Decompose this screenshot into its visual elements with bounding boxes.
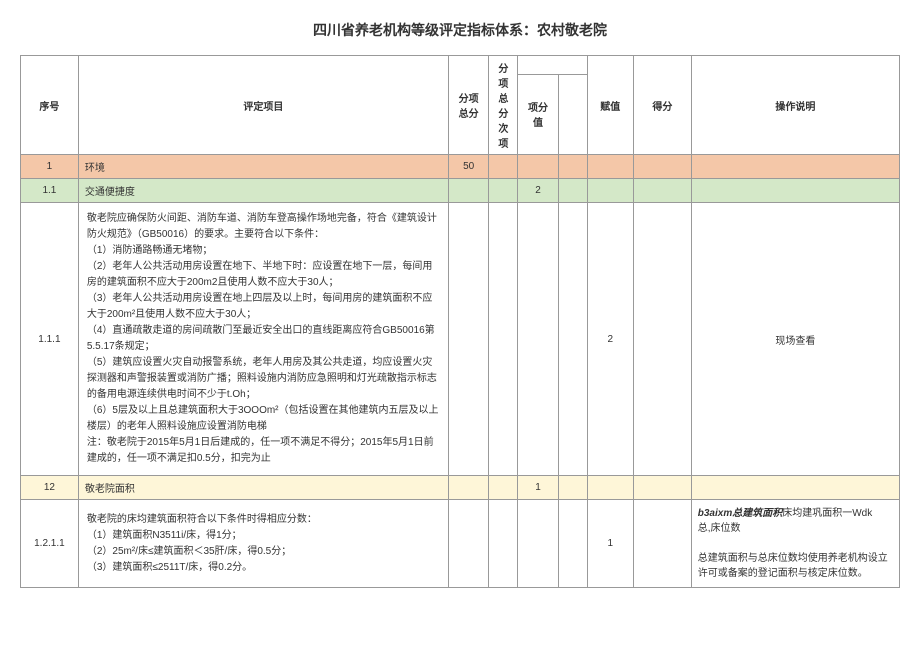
th-op: 操作说明 xyxy=(691,56,899,155)
op-formula-2: 床均建巩面积一Wdk xyxy=(782,508,872,519)
op-formula-1: b3aixm总建筑面积 xyxy=(698,508,782,519)
cell-seq: 1.1.1 xyxy=(21,203,79,476)
cell xyxy=(448,500,488,588)
row-1211: 1.2.1.1 敬老院的床均建筑面积符合以下条件时得相应分数： （1）建筑面积N… xyxy=(21,500,900,588)
cell xyxy=(633,476,691,500)
th-group xyxy=(518,56,587,75)
cell-seq: 1 xyxy=(21,155,79,179)
row-environment: 1 环境 50 xyxy=(21,155,900,179)
cell xyxy=(558,155,587,179)
cell-item: 环境 xyxy=(78,155,448,179)
cell xyxy=(558,203,587,476)
header-row: 序号 评定项目 分项总分 分项总分次项 赋值 得分 操作说明 xyxy=(21,56,900,75)
cell xyxy=(448,203,488,476)
th-subtotal: 分项总分 xyxy=(448,56,488,155)
cell-fz: 1 xyxy=(587,500,633,588)
cell xyxy=(587,179,633,203)
th-score: 得分 xyxy=(633,56,691,155)
th-subv: 项分值 xyxy=(518,74,558,154)
th-item: 评定项目 xyxy=(78,56,448,155)
cell-op: 现场查看 xyxy=(691,203,899,476)
cell xyxy=(691,476,899,500)
cell xyxy=(518,500,558,588)
cell xyxy=(448,476,488,500)
rating-table: 序号 评定项目 分项总分 分项总分次项 赋值 得分 操作说明 项分值 1 环境 … xyxy=(20,55,900,588)
cell xyxy=(489,203,518,476)
row-traffic: 1.1 交通便捷度 2 xyxy=(21,179,900,203)
th-fz: 赋值 xyxy=(587,56,633,155)
row-111: 1.1.1 敬老院应确保防火间距、消防车道、消防车登高操作场地完备，符合《建筑设… xyxy=(21,203,900,476)
cell xyxy=(518,203,558,476)
cell xyxy=(691,179,899,203)
th-empty xyxy=(558,74,587,154)
cell xyxy=(558,500,587,588)
cell-detail: 敬老院应确保防火间距、消防车道、消防车登高操作场地完备，符合《建筑设计防火规范》… xyxy=(78,203,448,476)
cell-subv: 2 xyxy=(518,179,558,203)
cell xyxy=(489,179,518,203)
th-seq: 序号 xyxy=(21,56,79,155)
cell-item: 敬老院面积 xyxy=(78,476,448,500)
cell-fz: 2 xyxy=(587,203,633,476)
cell-seq: 12 xyxy=(21,476,79,500)
cell xyxy=(448,179,488,203)
cell xyxy=(633,203,691,476)
page-title: 四川省养老机构等级评定指标体系：农村敬老院 xyxy=(20,20,900,40)
op-note: 总建筑面积与总床位数均使用养老机构设立许可或备案的登记面积与核定床位数。 xyxy=(698,553,888,579)
cell-subv: 1 xyxy=(518,476,558,500)
cell-subtotal: 50 xyxy=(448,155,488,179)
cell xyxy=(558,476,587,500)
cell xyxy=(518,155,558,179)
cell-item: 交通便捷度 xyxy=(78,179,448,203)
cell xyxy=(489,155,518,179)
cell xyxy=(633,155,691,179)
row-area: 12 敬老院面积 1 xyxy=(21,476,900,500)
cell xyxy=(489,476,518,500)
th-subc: 分项总分次项 xyxy=(489,56,518,155)
cell-op: b3aixm总建筑面积床均建巩面积一Wdk 总,床位数 总建筑面积与总床位数均使… xyxy=(691,500,899,588)
cell xyxy=(558,179,587,203)
cell xyxy=(587,155,633,179)
op-formula-3: 总,床位数 xyxy=(698,523,741,534)
cell xyxy=(489,500,518,588)
cell xyxy=(633,179,691,203)
cell-seq: 1.2.1.1 xyxy=(21,500,79,588)
cell xyxy=(587,476,633,500)
cell-detail: 敬老院的床均建筑面积符合以下条件时得相应分数： （1）建筑面积N3511i/床，… xyxy=(78,500,448,588)
cell xyxy=(691,155,899,179)
cell xyxy=(633,500,691,588)
cell-seq: 1.1 xyxy=(21,179,79,203)
